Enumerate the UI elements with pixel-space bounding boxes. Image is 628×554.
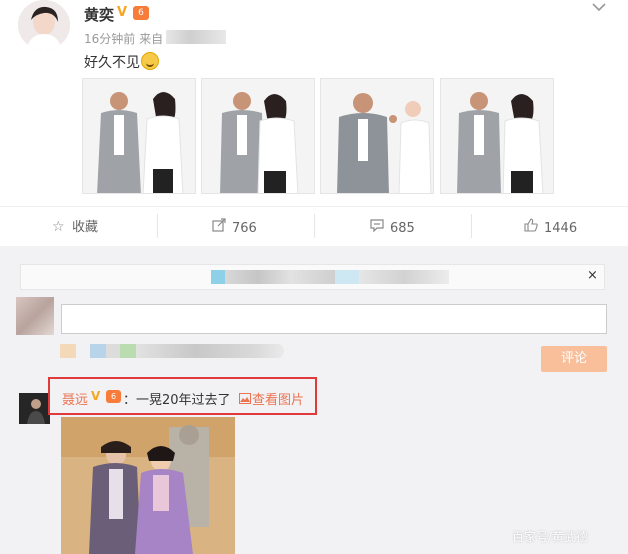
like-button[interactable]: 1446 [524, 218, 577, 236]
topic-toolbar-icon[interactable] [120, 344, 136, 358]
view-image-link[interactable]: 查看图片 [239, 389, 304, 408]
action-bar-divider [0, 206, 628, 207]
submit-comment-button[interactable]: 评论 [541, 346, 607, 372]
action-separator [471, 214, 472, 238]
action-separator [157, 214, 158, 238]
star-icon: ☆ [52, 219, 65, 235]
comment-text: ：一晃20年过去了 [123, 393, 231, 408]
post-photo-2[interactable] [201, 78, 315, 194]
toolbar-blur [136, 344, 284, 358]
thumbs-up-icon [524, 218, 540, 237]
post-photo-4[interactable] [440, 78, 554, 194]
member-level-icon: 6 [106, 390, 121, 403]
favorite-label: 收藏 [72, 220, 99, 235]
repost-icon [212, 218, 228, 237]
source-blurred [166, 30, 226, 44]
like-count: 1446 [544, 221, 578, 236]
verified-icon: V [117, 5, 128, 20]
action-separator [314, 214, 315, 238]
post-text: 好久不见 [84, 55, 140, 71]
smile-emoji-icon [141, 52, 159, 70]
repost-button[interactable]: 766 [212, 218, 257, 236]
comment-notice-bar [20, 264, 605, 290]
comment-input[interactable] [61, 304, 607, 334]
verified-icon: V [91, 389, 101, 403]
repost-count: 766 [232, 221, 257, 236]
author-avatar[interactable] [18, 0, 70, 50]
comment-count: 685 [390, 221, 415, 236]
image-icon [239, 393, 252, 408]
commenter-name[interactable]: 聂远 [62, 389, 88, 408]
comment-button[interactable]: 685 [370, 218, 415, 236]
post-meta: 16分钟前 来自 [84, 32, 164, 46]
toolbar-blur [106, 344, 120, 358]
watermark: 百家号/黄武德 [512, 530, 589, 544]
comment-image[interactable] [61, 417, 235, 554]
author-name[interactable]: 黄奕 [84, 4, 114, 25]
close-icon[interactable]: × [587, 268, 598, 283]
post-photo-1[interactable] [82, 78, 196, 194]
emoji-toolbar-icon[interactable] [60, 344, 76, 358]
current-user-avatar [16, 297, 54, 335]
chevron-down-icon[interactable] [592, 0, 606, 16]
member-level-icon: 6 [133, 6, 149, 20]
post-photo-3[interactable] [320, 78, 434, 194]
view-image-label: 查看图片 [252, 393, 305, 408]
image-toolbar-icon[interactable] [90, 344, 106, 358]
commenter-avatar[interactable] [19, 393, 50, 424]
comment-icon [370, 218, 386, 237]
favorite-button[interactable]: ☆ 收藏 [52, 218, 98, 236]
